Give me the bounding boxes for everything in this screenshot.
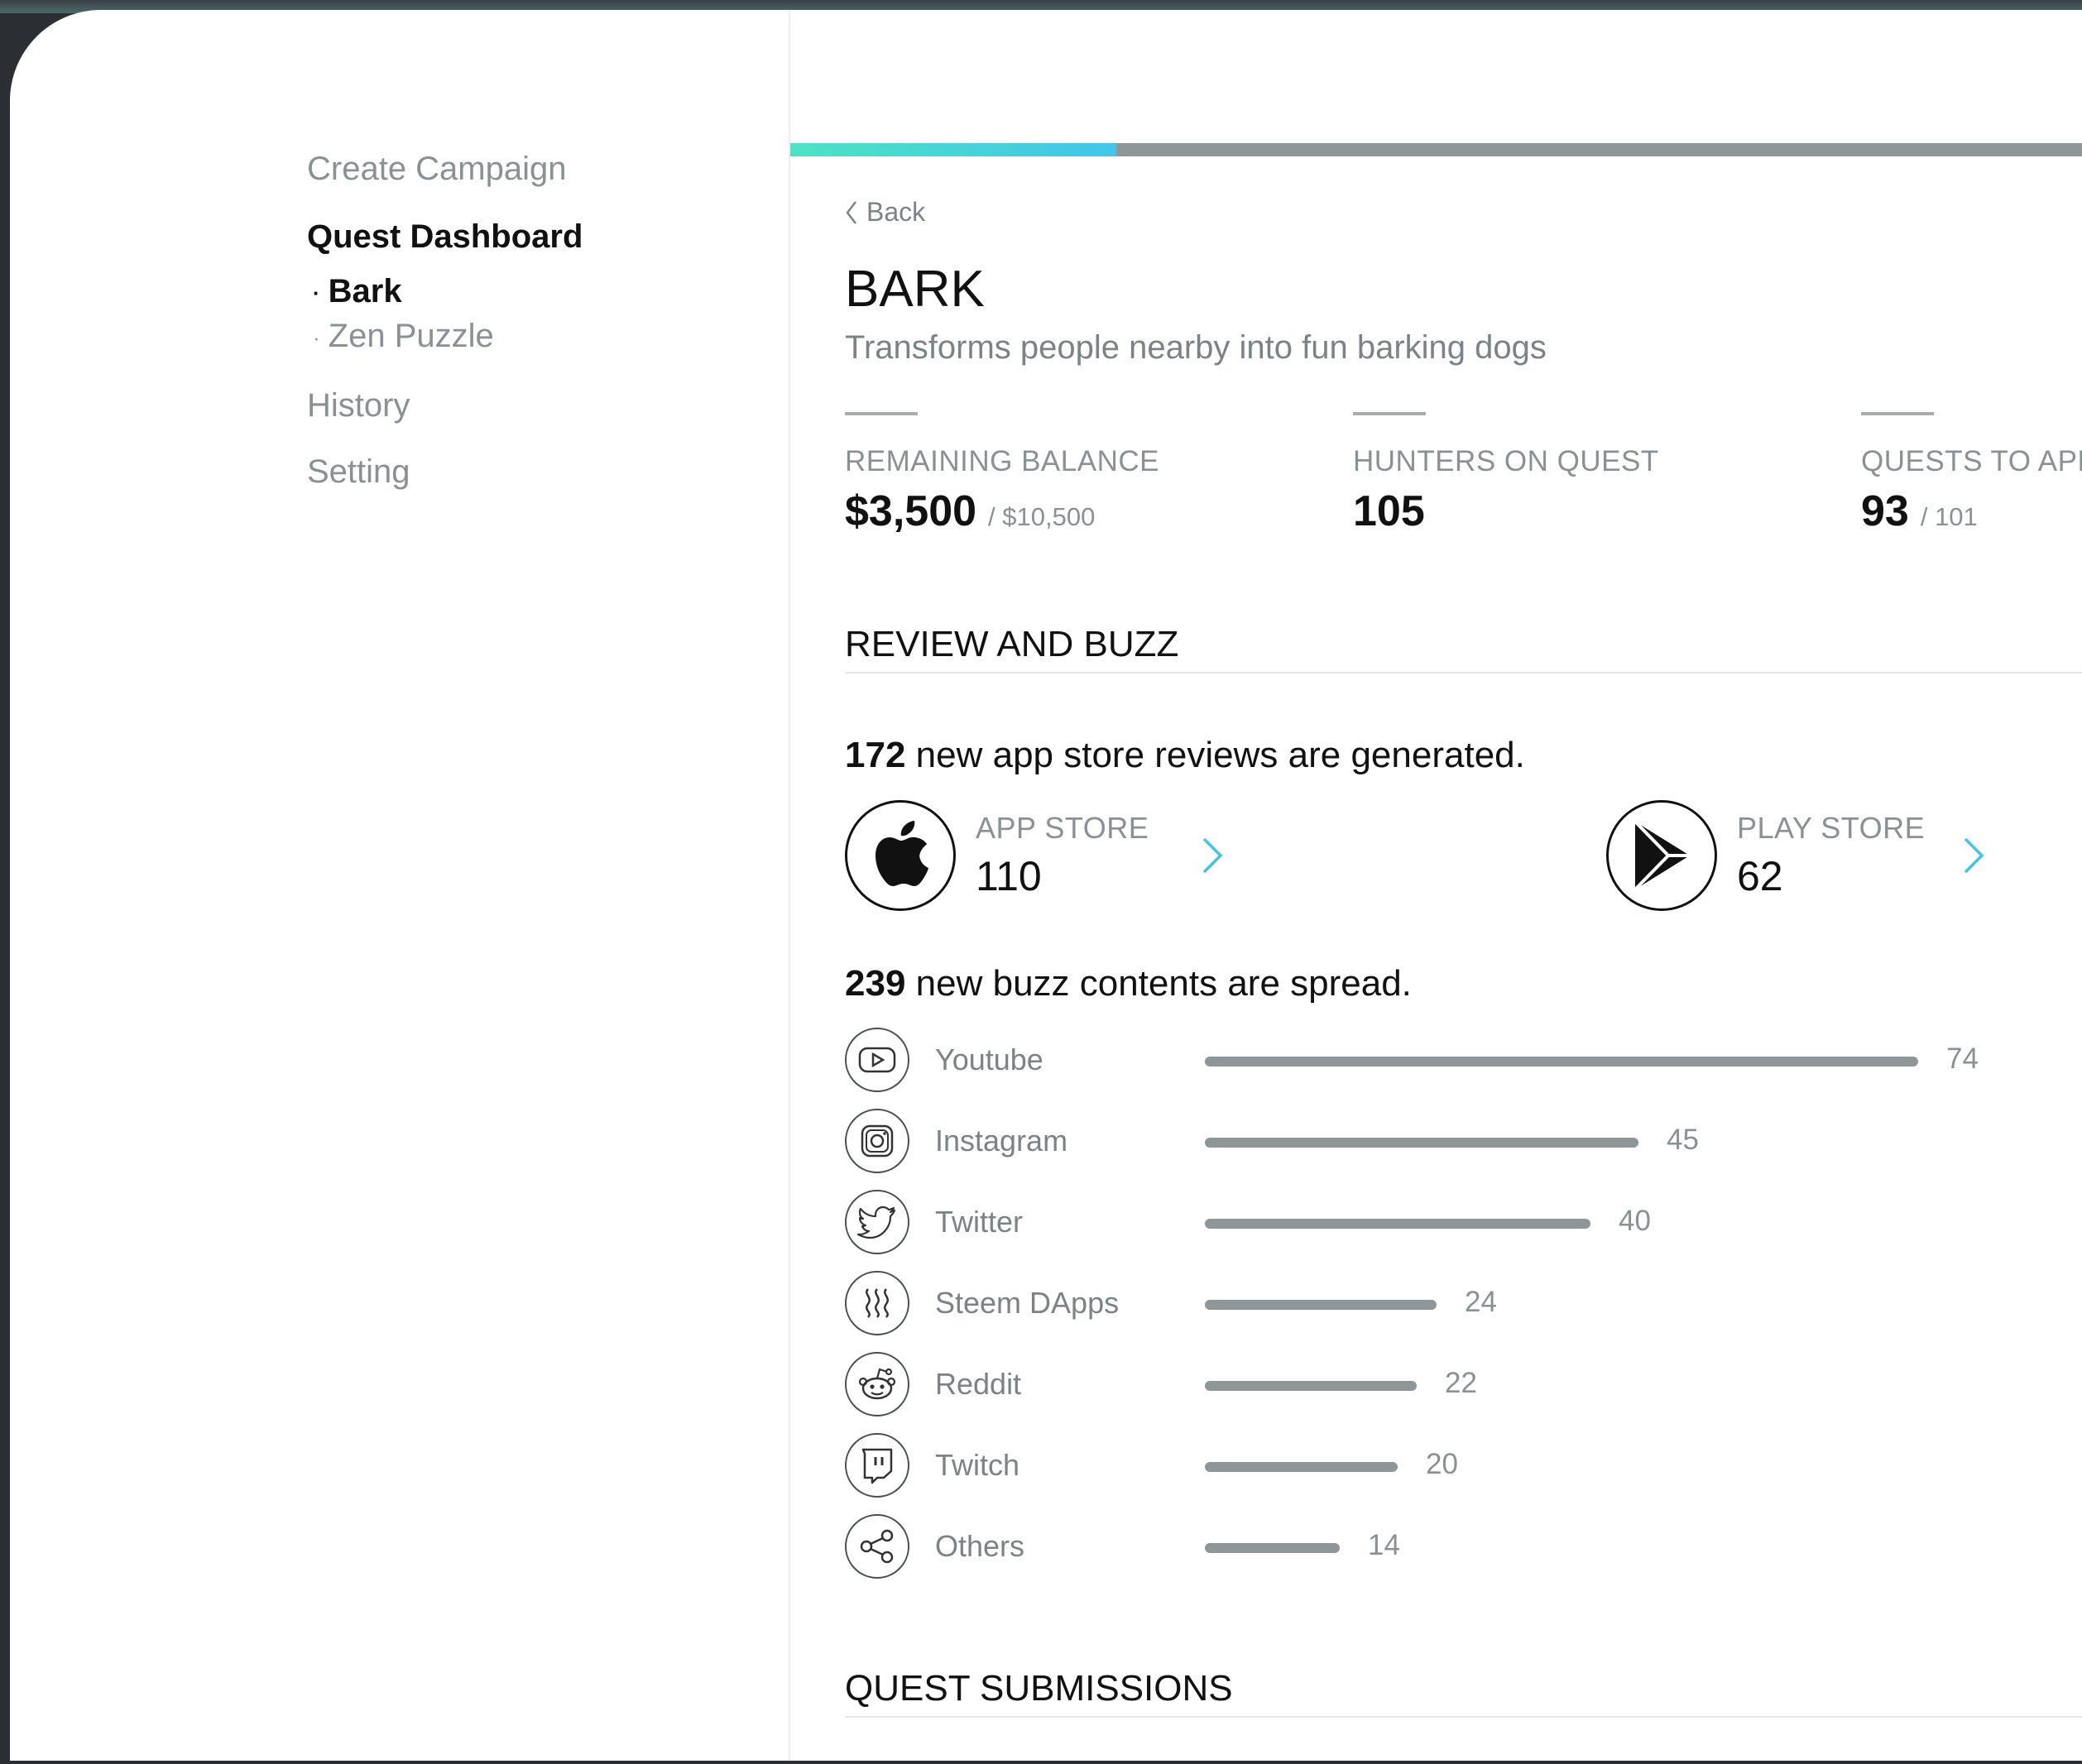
buzz-value: 14 bbox=[1368, 1529, 1400, 1561]
buzz-row-twitch: Twitch 20 bbox=[845, 1433, 2082, 1499]
stat-value: $3,500 / $10,500 bbox=[845, 487, 1341, 536]
buzz-row-steem-dapps: Steem DApps 24 bbox=[845, 1271, 2082, 1337]
stat-hunters-on-quest: HUNTERS ON QUEST 105 bbox=[1353, 412, 1849, 536]
share-icon bbox=[845, 1514, 909, 1579]
stat-label: REMAINING BALANCE bbox=[845, 445, 1159, 477]
buzz-value: 22 bbox=[1445, 1367, 1477, 1399]
app-store-card[interactable]: APP STORE 110 bbox=[845, 798, 1226, 913]
stat-value: 105 bbox=[1353, 487, 1849, 536]
sidebar: Create Campaign Quest Dashboard · Bark · Z… bbox=[10, 10, 788, 1761]
buzz-bar bbox=[1205, 1219, 1590, 1229]
buzz-count: 239 bbox=[845, 963, 906, 1004]
bullet: · bbox=[313, 280, 320, 305]
buzz-value: 74 bbox=[1946, 1043, 1979, 1075]
nav-quest-dashboard[interactable]: Quest Dashboard bbox=[307, 218, 583, 256]
store-info: APP STORE 110 bbox=[976, 811, 1183, 900]
stat-accent-line bbox=[845, 412, 918, 415]
buzz-bar bbox=[1205, 1543, 1340, 1553]
section-divider bbox=[845, 672, 2082, 673]
buzz-bar bbox=[1205, 1138, 1638, 1148]
instagram-icon bbox=[845, 1109, 909, 1173]
buzz-bar bbox=[1205, 1057, 1918, 1067]
twitter-icon bbox=[845, 1190, 909, 1254]
stat-quests-to-approve: QUESTS TO APPI 93 / 101 bbox=[1861, 412, 2082, 536]
chevron-left-icon bbox=[846, 200, 856, 224]
stat-label: HUNTERS ON QUEST bbox=[1353, 445, 1659, 477]
chevron-right-icon[interactable] bbox=[1960, 836, 1987, 875]
buzz-row-youtube: Youtube 74 bbox=[845, 1028, 2082, 1094]
app-screen: Create Campaign Quest Dashboard · Bark · Z… bbox=[10, 10, 2082, 1761]
play-store-icon bbox=[1633, 820, 1690, 891]
bullet: · bbox=[313, 324, 320, 350]
buzz-source-name: Reddit bbox=[935, 1367, 1022, 1401]
nav-quest-label: Bark bbox=[328, 273, 402, 309]
buzz-row-twitter: Twitter 40 bbox=[845, 1190, 2082, 1256]
buzz-source-name: Steem DApps bbox=[935, 1286, 1120, 1320]
nav-create-campaign[interactable]: Create Campaign bbox=[307, 151, 567, 188]
app-store-badge bbox=[845, 800, 956, 911]
nav-quest-bark[interactable]: · Bark bbox=[313, 273, 402, 310]
buzz-bar bbox=[1205, 1300, 1437, 1310]
apple-icon bbox=[875, 821, 928, 886]
buzz-bar bbox=[1205, 1462, 1398, 1472]
quest-title: BARK bbox=[845, 261, 985, 318]
stat-value-number: 105 bbox=[1353, 487, 1425, 535]
buzz-value: 20 bbox=[1426, 1448, 1458, 1480]
buzz-source-name: Instagram bbox=[935, 1124, 1068, 1158]
buzz-summary: 239 new buzz contents are spread. bbox=[845, 963, 1412, 1004]
stat-value-number: 93 bbox=[1861, 487, 1909, 535]
play-store-badge bbox=[1606, 800, 1717, 911]
buzz-source-name: Twitch bbox=[935, 1448, 1020, 1482]
buzz-value: 24 bbox=[1465, 1286, 1497, 1318]
reviews-count: 172 bbox=[845, 735, 906, 775]
buzz-row-others: Others 14 bbox=[845, 1514, 2082, 1580]
progress-fill bbox=[790, 143, 1117, 156]
nav-quest-zen-puzzle[interactable]: · Zen Puzzle bbox=[313, 318, 494, 355]
chevron-right-icon[interactable] bbox=[1199, 836, 1226, 875]
store-label: PLAY STORE bbox=[1737, 811, 1926, 845]
section-quest-submissions: QUEST SUBMISSIONS bbox=[845, 1668, 1233, 1709]
buzz-bar bbox=[1205, 1381, 1417, 1391]
back-label: Back bbox=[866, 197, 926, 227]
twitch-icon bbox=[845, 1433, 909, 1498]
buzz-row-reddit: Reddit 22 bbox=[845, 1352, 2082, 1418]
youtube-icon bbox=[845, 1028, 909, 1092]
buzz-source-name: Youtube bbox=[935, 1043, 1043, 1076]
reviews-text: new app store reviews are generated. bbox=[915, 735, 1525, 775]
steem-icon bbox=[845, 1271, 909, 1335]
nav-setting[interactable]: Setting bbox=[307, 453, 410, 491]
buzz-text: new buzz contents are spread. bbox=[915, 963, 1412, 1004]
store-count: 110 bbox=[976, 853, 1042, 899]
buzz-value: 40 bbox=[1619, 1205, 1651, 1237]
stat-total: / $10,500 bbox=[988, 502, 1096, 531]
store-count: 62 bbox=[1737, 853, 1783, 899]
campaign-progress-bar bbox=[790, 143, 2082, 156]
stat-label: QUESTS TO APPI bbox=[1861, 445, 2082, 477]
reddit-icon bbox=[845, 1352, 909, 1416]
play-store-card[interactable]: PLAY STORE 62 bbox=[1606, 798, 1987, 913]
stat-accent-line bbox=[1861, 412, 1934, 415]
store-label: APP STORE bbox=[976, 811, 1149, 845]
section-divider bbox=[845, 1716, 2082, 1718]
stat-value-number: $3,500 bbox=[845, 487, 977, 535]
buzz-value: 45 bbox=[1667, 1124, 1699, 1156]
buzz-row-instagram: Instagram 45 bbox=[845, 1109, 2082, 1175]
quest-subtitle: Transforms people nearby into fun barkin… bbox=[845, 329, 1547, 366]
nav-quest-label: Zen Puzzle bbox=[328, 318, 494, 354]
section-review-and-buzz: REVIEW AND BUZZ bbox=[845, 624, 1179, 664]
nav-history[interactable]: History bbox=[307, 387, 410, 424]
buzz-source-name: Others bbox=[935, 1529, 1025, 1563]
buzz-source-name: Twitter bbox=[935, 1205, 1024, 1239]
stat-value: 93 / 101 bbox=[1861, 487, 2082, 536]
stat-accent-line bbox=[1353, 412, 1426, 415]
stat-remaining-balance: REMAINING BALANCE $3,500 / $10,500 bbox=[845, 412, 1341, 536]
stat-total: / 101 bbox=[1920, 502, 1978, 531]
quest-detail: Back BARK Transforms people nearby into … bbox=[790, 10, 2082, 1761]
reviews-summary: 172 new app store reviews are generated. bbox=[845, 735, 1525, 776]
back-button[interactable]: Back bbox=[845, 197, 925, 228]
store-info: PLAY STORE 62 bbox=[1737, 811, 1944, 900]
